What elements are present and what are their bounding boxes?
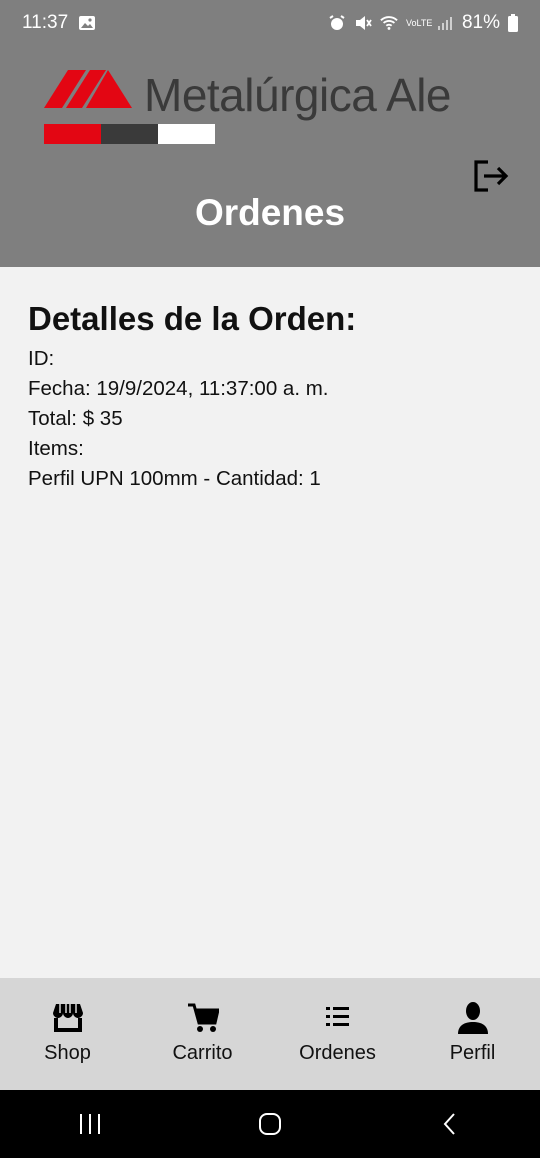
mute-icon	[355, 16, 372, 30]
order-details-heading: Detalles de la Orden:	[28, 300, 357, 337]
nav-carrito-label: Carrito	[172, 1042, 233, 1064]
recents-icon	[80, 1114, 100, 1134]
wifi-icon	[380, 16, 398, 30]
nav-shop-label: Shop	[44, 1042, 91, 1064]
logo-bar-white	[158, 124, 215, 144]
logo-bars	[44, 124, 215, 144]
bottom-navigation: Shop Carrito Ordenes Perfil	[0, 978, 540, 1090]
nav-carrito[interactable]: Carrito	[135, 978, 270, 1090]
logo-bar-dark	[101, 124, 158, 144]
logo-text: Metalúrgica Ale	[144, 69, 452, 121]
company-logo: Metalúrgica Ale	[44, 68, 504, 148]
battery-icon	[508, 14, 518, 32]
battery-percent: 81%	[461, 12, 500, 33]
app-header: Metalúrgica Ale Ordenes	[0, 46, 540, 267]
volte-label: VoLTE	[405, 17, 433, 28]
logo-mark-icon	[44, 70, 132, 108]
cart-icon	[187, 1003, 219, 1032]
status-bar: 11:37 VoLTE 81%	[0, 0, 540, 46]
logout-button[interactable]	[470, 156, 510, 196]
nav-perfil[interactable]: Perfil	[405, 978, 540, 1090]
store-icon	[52, 1004, 83, 1032]
signal-icon	[437, 17, 452, 30]
nav-ordenes-label: Ordenes	[299, 1042, 376, 1064]
back-button[interactable]	[420, 1104, 480, 1144]
home-button[interactable]	[240, 1104, 300, 1144]
nav-ordenes[interactable]: Ordenes	[270, 978, 405, 1090]
alarm-icon	[329, 15, 345, 30]
recent-apps-button[interactable]	[60, 1104, 120, 1144]
order-details: Detalles de la Orden: ID: Fecha: 19/9/20…	[28, 300, 518, 494]
order-items-label: Items:	[28, 437, 84, 460]
logo-bar-red	[44, 124, 101, 144]
list-icon	[325, 1007, 349, 1026]
nav-shop[interactable]: Shop	[0, 978, 135, 1090]
home-icon	[259, 1113, 281, 1135]
logout-icon	[474, 160, 509, 192]
order-date: Fecha: 19/9/2024, 11:37:00 a. m.	[28, 377, 329, 400]
nav-perfil-label: Perfil	[449, 1042, 496, 1064]
order-id: ID:	[28, 347, 55, 370]
back-icon	[443, 1113, 455, 1135]
order-total: Total: $ 35	[28, 407, 123, 430]
image-icon	[79, 16, 96, 30]
person-icon	[457, 1002, 488, 1034]
page-title: Ordenes	[194, 192, 346, 233]
status-time: 11:37	[22, 12, 69, 33]
order-item: Perfil UPN 100mm - Cantidad: 1	[28, 467, 321, 490]
system-navigation-bar	[0, 1090, 540, 1158]
